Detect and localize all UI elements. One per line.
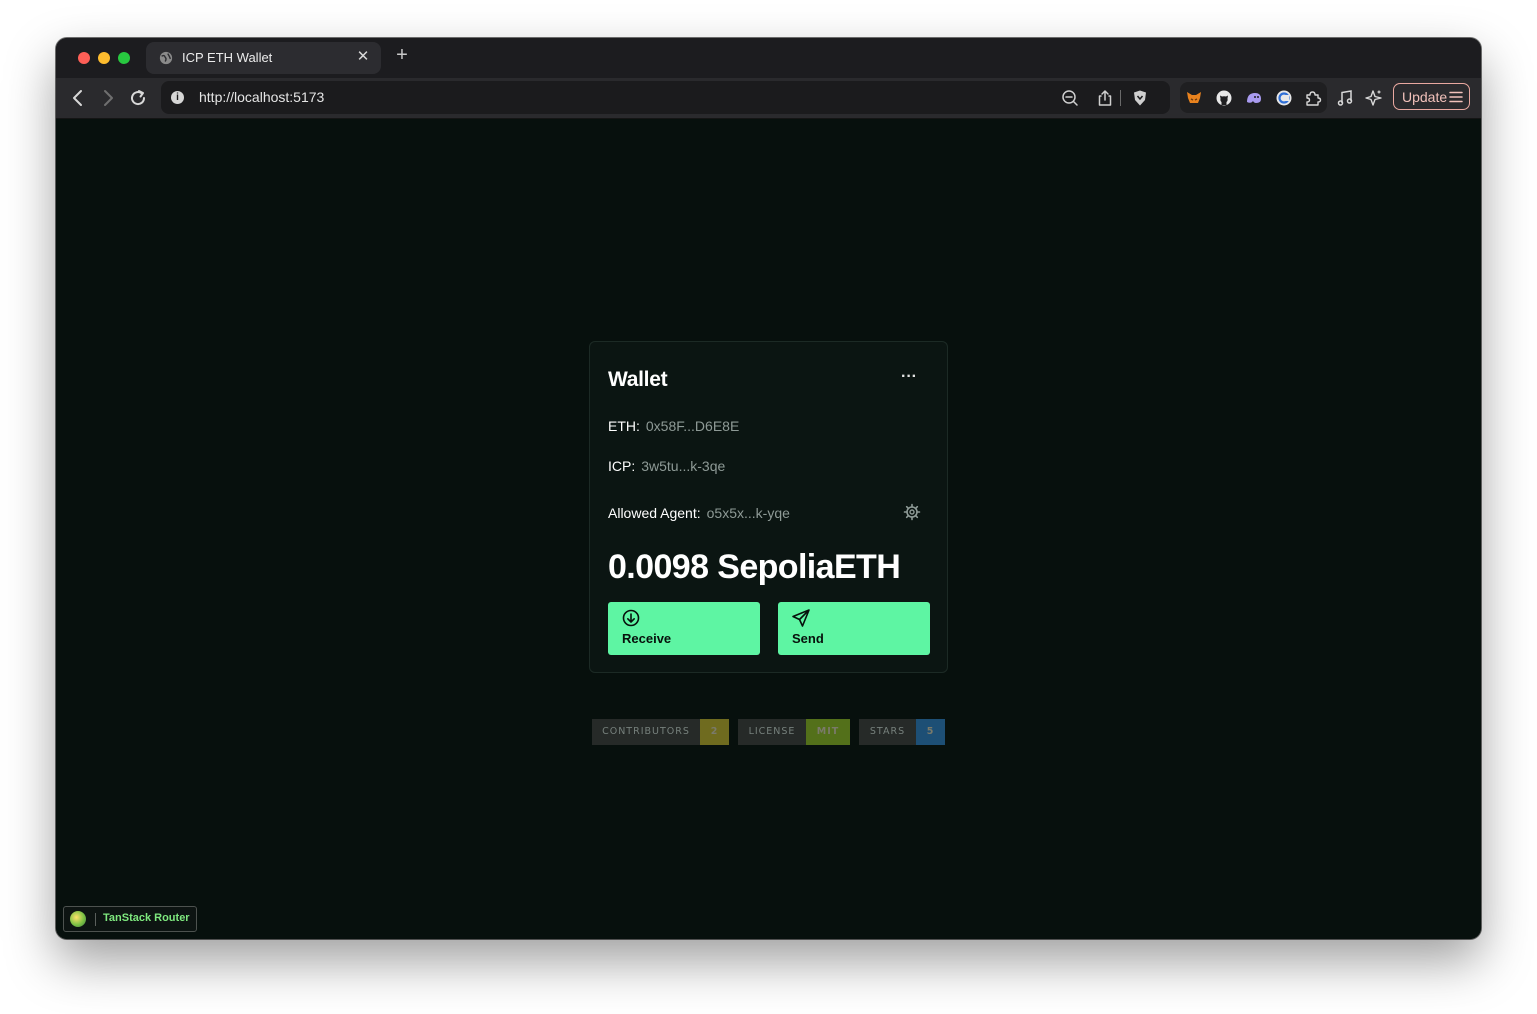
metamask-icon[interactable]	[1185, 89, 1203, 107]
extensions-group	[1180, 82, 1327, 113]
badge-value: MIT	[806, 719, 850, 745]
icp-label: ICP:	[608, 458, 636, 474]
browser-window: ICP ETH Wallet ✕ + i http://localhost:51…	[56, 38, 1481, 939]
arrow-down-circle-icon	[622, 609, 640, 627]
update-label: Update	[1402, 89, 1448, 105]
send-label: Send	[792, 631, 824, 646]
ghost-wallet-icon[interactable]	[1245, 89, 1263, 107]
license-badge[interactable]: LICENSE MIT	[738, 719, 850, 745]
window-close-button[interactable]	[78, 52, 90, 64]
devtools-divider	[95, 913, 96, 926]
icp-principal[interactable]: 3w5tu...k-3qe	[641, 458, 725, 474]
ai-sparkle-icon[interactable]	[1365, 89, 1383, 107]
more-options-button[interactable]: ···	[897, 367, 921, 391]
address-bar[interactable]: i http://localhost:5173	[161, 81, 1170, 114]
window-maximize-button[interactable]	[118, 52, 130, 64]
toolbar: i http://localhost:5173 Update	[56, 78, 1481, 119]
reload-icon[interactable]	[128, 88, 148, 108]
music-icon[interactable]	[1336, 89, 1354, 107]
extensions-puzzle-icon[interactable]	[1304, 89, 1322, 107]
url-divider	[1120, 90, 1121, 106]
brave-shield-icon[interactable]	[1131, 89, 1149, 107]
wallet-title: Wallet	[608, 368, 668, 391]
tanstack-logo-icon	[70, 911, 86, 927]
page-content: Wallet ··· ETH: 0x58F...D6E8E ICP: 3w5tu..…	[56, 119, 1481, 939]
eth-address-row: ETH: 0x58F...D6E8E	[608, 418, 739, 434]
wallet-balance: 0.0098 SepoliaETH	[608, 548, 901, 586]
forward-icon[interactable]	[98, 88, 118, 108]
receive-button[interactable]: Receive	[608, 602, 760, 655]
globe-icon	[159, 51, 173, 65]
eth-label: ETH:	[608, 418, 640, 434]
tab-title: ICP ETH Wallet	[182, 50, 273, 65]
allowed-agent-value[interactable]: o5x5x...k-yqe	[707, 505, 790, 521]
window-minimize-button[interactable]	[98, 52, 110, 64]
badge-value: 2	[700, 719, 729, 745]
back-icon[interactable]	[68, 88, 88, 108]
new-tab-button[interactable]: +	[393, 45, 411, 65]
github-icon[interactable]	[1215, 89, 1233, 107]
menu-icon	[1449, 91, 1463, 103]
badge-label: LICENSE	[738, 719, 806, 745]
devtools-label: TanStack Router	[103, 912, 190, 924]
stars-badge[interactable]: STARS 5	[859, 719, 945, 745]
tanstack-router-devtools-button[interactable]: TanStack Router	[63, 906, 197, 932]
update-button[interactable]: Update	[1393, 83, 1470, 110]
share-icon[interactable]	[1096, 89, 1114, 107]
badge-value: 5	[916, 719, 945, 745]
zoom-icon[interactable]	[1061, 89, 1079, 107]
icp-principal-row: ICP: 3w5tu...k-3qe	[608, 458, 725, 474]
eth-address[interactable]: 0x58F...D6E8E	[646, 418, 739, 434]
site-info-icon[interactable]: i	[171, 91, 184, 104]
badge-label: STARS	[859, 719, 916, 745]
allowed-agent-row: Allowed Agent: o5x5x...k-yqe	[608, 505, 790, 521]
browser-tab[interactable]: ICP ETH Wallet ✕	[146, 42, 381, 74]
send-button[interactable]: Send	[778, 602, 930, 655]
close-icon[interactable]: ✕	[355, 49, 371, 65]
clockify-icon[interactable]	[1275, 89, 1293, 107]
tab-bar: ICP ETH Wallet ✕ +	[56, 38, 1481, 78]
badge-label: CONTRIBUTORS	[592, 719, 700, 745]
contributors-badge[interactable]: CONTRIBUTORS 2	[592, 719, 729, 745]
allowed-agent-label: Allowed Agent:	[608, 505, 701, 521]
url-text[interactable]: http://localhost:5173	[199, 89, 324, 105]
send-icon	[792, 609, 810, 627]
gear-icon[interactable]	[903, 503, 921, 521]
wallet-card: Wallet ··· ETH: 0x58F...D6E8E ICP: 3w5tu..…	[589, 341, 948, 673]
receive-label: Receive	[622, 631, 672, 646]
